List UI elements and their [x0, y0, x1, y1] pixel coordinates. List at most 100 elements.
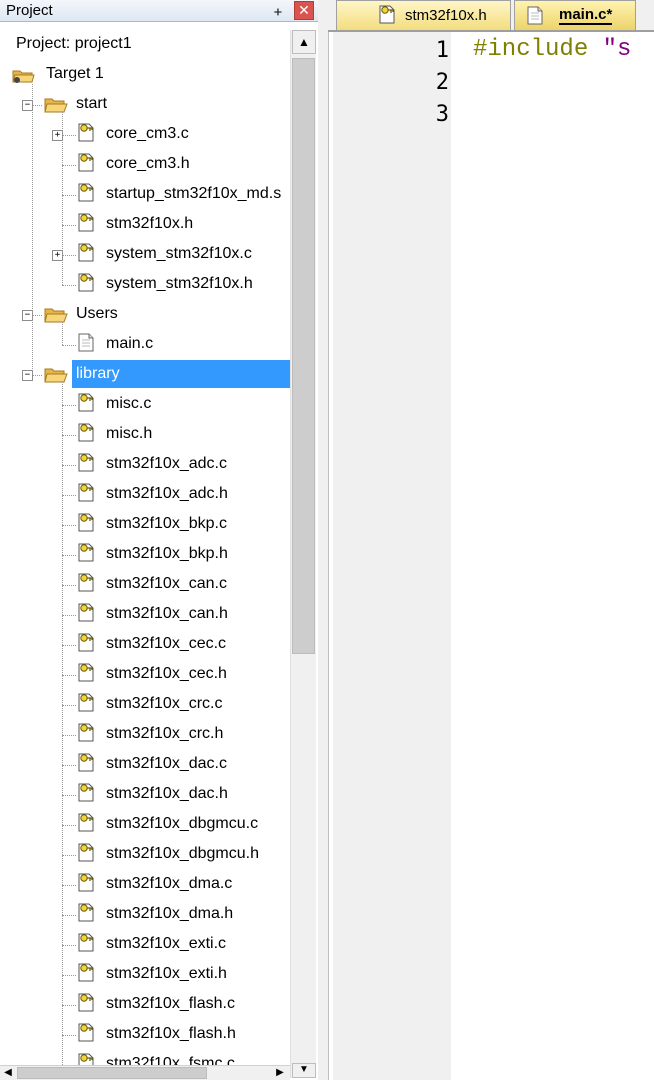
tree-connector — [62, 435, 76, 436]
tree-connector — [32, 315, 42, 316]
scroll-right-icon[interactable]: ▶ — [272, 1066, 288, 1080]
tree-file-item[interactable]: stm32f10x_crc.h — [0, 720, 290, 750]
scroll-down-icon[interactable]: ▼ — [292, 1063, 316, 1078]
tree-file-item[interactable]: stm32f10x_flash.c — [0, 990, 290, 1020]
horizontal-scrollbar[interactable]: ◀ ▶ — [0, 1065, 290, 1080]
tree-group-label: Users — [76, 305, 118, 322]
tree-connector — [62, 855, 76, 856]
tree-file-item[interactable]: stm32f10x_dbgmcu.h — [0, 840, 290, 870]
header-file-icon — [78, 602, 94, 622]
tree-connector — [62, 165, 76, 166]
tree-file-item[interactable]: system_stm32f10x.h — [0, 270, 290, 300]
header-file-icon — [78, 212, 94, 232]
pin-icon[interactable]: ᚐ — [268, 1, 288, 21]
tree-file-item[interactable]: stm32f10x_adc.h — [0, 480, 290, 510]
tree-file-item[interactable]: startup_stm32f10x_md.s — [0, 180, 290, 210]
tree-file-item[interactable]: stm32f10x_fsmc.c — [0, 1050, 290, 1065]
tree-file-item[interactable]: stm32f10x_crc.c — [0, 690, 290, 720]
tree-file-item[interactable]: stm32f10x_dma.h — [0, 900, 290, 930]
tree-file-item[interactable]: stm32f10x_can.h — [0, 600, 290, 630]
tab-main-c[interactable]: main.c* — [514, 0, 636, 30]
tree-file-item[interactable]: + core_cm3.c — [0, 120, 290, 150]
tree-connector — [62, 705, 76, 706]
tree-file-item[interactable]: misc.c — [0, 390, 290, 420]
tree-file-item[interactable]: stm32f10x_dbgmcu.c — [0, 810, 290, 840]
tab-stm32f10x-h[interactable]: stm32f10x.h — [336, 0, 511, 30]
tree-group-start[interactable]: − start — [0, 90, 290, 120]
tree-project-root[interactable]: Project: project1 — [0, 30, 290, 60]
tree-file-item[interactable]: stm32f10x_cec.c — [0, 630, 290, 660]
header-file-icon — [78, 752, 94, 772]
vertical-scroll-thumb[interactable] — [292, 58, 315, 654]
vertical-scrollbar[interactable]: ▲ ▼ — [290, 30, 316, 1078]
folder-icon — [44, 97, 68, 113]
tree-file-item[interactable]: stm32f10x_dac.c — [0, 750, 290, 780]
tree-file-label: stm32f10x_crc.h — [106, 725, 224, 742]
line-number: 3 — [435, 102, 449, 127]
tree-connector — [62, 195, 76, 196]
tree-file-item[interactable]: stm32f10x_cec.h — [0, 660, 290, 690]
tree-group-users[interactable]: − Users — [0, 300, 290, 330]
tree-connector — [62, 615, 76, 616]
tree-file-label: system_stm32f10x.c — [106, 245, 252, 262]
folder-icon — [44, 367, 68, 383]
tree-file-label: stm32f10x_dac.c — [106, 755, 227, 772]
tree-file-item[interactable]: stm32f10x_adc.c — [0, 450, 290, 480]
tree-file-item[interactable]: main.c — [0, 330, 290, 360]
tree-item-target[interactable]: Target 1 — [0, 60, 290, 90]
tree-file-item[interactable]: stm32f10x_can.c — [0, 570, 290, 600]
scroll-left-icon[interactable]: ◀ — [0, 1066, 16, 1080]
tree-group-library[interactable]: − library — [0, 360, 290, 390]
header-file-icon — [78, 692, 94, 712]
header-file-icon — [78, 632, 94, 652]
tree-file-item[interactable]: core_cm3.h — [0, 150, 290, 180]
panel-splitter[interactable] — [318, 0, 328, 1080]
header-file-icon — [78, 482, 94, 502]
tree-file-label: stm32f10x_dma.c — [106, 875, 233, 892]
folder-icon — [44, 307, 68, 323]
tree-connector — [62, 345, 76, 346]
tree-file-item[interactable]: stm32f10x.h — [0, 210, 290, 240]
tree-file-item[interactable]: stm32f10x_exti.h — [0, 960, 290, 990]
header-file-icon — [78, 242, 94, 262]
tree-file-item[interactable]: stm32f10x_dma.c — [0, 870, 290, 900]
tree-connector — [62, 885, 76, 886]
tree-file-item[interactable]: stm32f10x_exti.c — [0, 930, 290, 960]
header-file-icon — [78, 182, 94, 202]
tree-file-label: stm32f10x_can.c — [106, 575, 227, 592]
panel-title: Project — [6, 2, 53, 19]
header-file-icon — [78, 842, 94, 862]
tree-connector — [62, 825, 76, 826]
tree-file-item[interactable]: stm32f10x_flash.h — [0, 1020, 290, 1050]
close-icon[interactable]: ✕ — [294, 1, 314, 20]
tree-connector — [62, 975, 76, 976]
tree-file-label: stm32f10x_flash.c — [106, 995, 235, 1012]
tree-connector — [62, 135, 76, 136]
tree-file-label: stm32f10x_fsmc.c — [106, 1055, 235, 1065]
tree-file-label: misc.h — [106, 425, 153, 442]
tree-branch-line — [62, 382, 63, 1065]
header-file-icon — [78, 812, 94, 832]
tree-file-label: stm32f10x_exti.c — [106, 935, 227, 952]
tree-file-label: stm32f10x_dma.h — [106, 905, 234, 922]
tree-file-label: system_stm32f10x.h — [106, 275, 253, 292]
tree-branch-line — [62, 322, 63, 345]
horizontal-scroll-thumb[interactable] — [17, 1067, 207, 1079]
code-string: "s — [602, 36, 632, 63]
tree-file-label: main.c — [106, 335, 154, 352]
code-line[interactable]: #include "s — [473, 36, 631, 63]
tree-file-item[interactable]: stm32f10x_bkp.c — [0, 510, 290, 540]
code-editor[interactable]: 1 2 3 #include "s — [328, 32, 654, 1080]
tree-file-item[interactable]: + system_stm32f10x.c — [0, 240, 290, 270]
tree-trunk-line — [32, 84, 33, 375]
tree-connector — [62, 585, 76, 586]
header-file-icon — [78, 1052, 94, 1065]
scroll-up-icon[interactable]: ▲ — [292, 30, 316, 54]
tree-file-item[interactable]: stm32f10x_dac.h — [0, 780, 290, 810]
c-file-icon — [78, 332, 94, 352]
tree-file-item[interactable]: misc.h — [0, 420, 290, 450]
tree-file-item[interactable]: stm32f10x_bkp.h — [0, 540, 290, 570]
tree-file-label: core_cm3.c — [106, 125, 189, 142]
header-file-icon — [78, 932, 94, 952]
code-keyword: #include — [473, 36, 603, 63]
